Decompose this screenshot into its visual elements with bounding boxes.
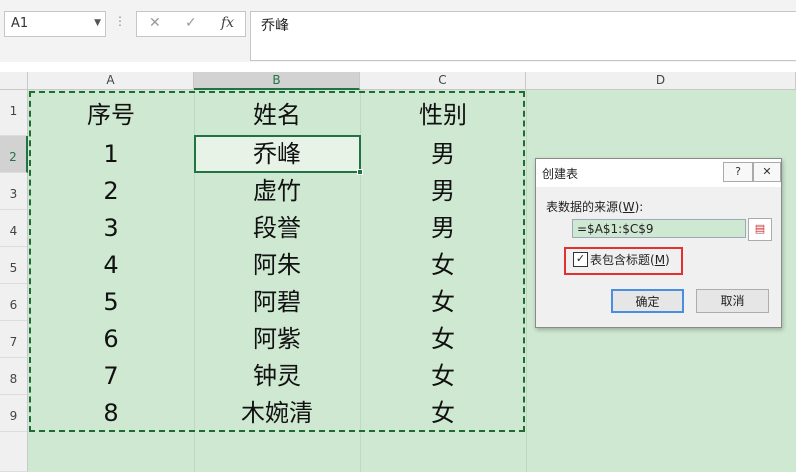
ok-button[interactable]: 确定: [611, 289, 684, 313]
cancel-icon[interactable]: ✕: [149, 15, 161, 31]
row-header-9[interactable]: 9: [0, 395, 28, 432]
name-box[interactable]: A1 ▼: [4, 11, 106, 37]
column-header-b[interactable]: B: [194, 72, 360, 90]
row-header-6[interactable]: 6: [0, 284, 28, 321]
row-header-10[interactable]: [0, 432, 28, 472]
row-header-1[interactable]: 1: [0, 90, 28, 136]
range-select-icon[interactable]: ▤: [748, 218, 772, 241]
check-icon[interactable]: ✓: [185, 15, 197, 31]
row-header-4[interactable]: 4: [0, 210, 28, 247]
name-box-value: A1: [11, 16, 29, 31]
source-label: 表数据的来源(W):: [546, 198, 643, 215]
has-headers-access-key: M: [654, 253, 666, 267]
dialog-title: 创建表: [542, 167, 579, 181]
drag-handle-icon[interactable]: ⋮: [114, 14, 126, 28]
cancel-button[interactable]: 取消: [696, 289, 769, 313]
formula-value: 乔峰: [261, 18, 289, 34]
formula-buttons: ✕ ✓ fx: [136, 11, 246, 37]
row-header-8[interactable]: 8: [0, 358, 28, 395]
gridline: [526, 90, 527, 472]
create-table-dialog: 创建表 ? ✕ 表数据的来源(W): =$A$1:$C$9 ▤ ✓ 表包含标题(…: [535, 158, 782, 328]
column-header-a[interactable]: A: [28, 72, 194, 90]
chevron-down-icon[interactable]: ▼: [94, 18, 101, 28]
select-all-corner[interactable]: [0, 72, 28, 90]
selection-marquee: [29, 91, 525, 432]
formula-input[interactable]: 乔峰: [250, 11, 796, 61]
row-header-5[interactable]: 5: [0, 247, 28, 284]
source-label-text: 表数据的来源(: [546, 200, 623, 214]
source-access-key: W: [622, 200, 635, 214]
has-headers-suffix: ): [665, 253, 670, 267]
source-label-suffix: ):: [634, 200, 644, 214]
range-input[interactable]: =$A$1:$C$9: [572, 219, 746, 238]
close-button[interactable]: ✕: [753, 162, 781, 182]
fx-icon[interactable]: fx: [221, 15, 234, 31]
has-headers-text: 表包含标题(: [590, 253, 655, 267]
row-header-7[interactable]: 7: [0, 321, 28, 358]
help-button[interactable]: ?: [723, 162, 753, 182]
column-header-c[interactable]: C: [360, 72, 526, 90]
has-headers-checkbox[interactable]: ✓: [573, 252, 588, 267]
row-header-3[interactable]: 3: [0, 173, 28, 210]
column-header-d[interactable]: D: [526, 72, 796, 90]
row-header-2[interactable]: 2: [0, 136, 28, 173]
has-headers-label[interactable]: 表包含标题(M): [590, 251, 670, 268]
